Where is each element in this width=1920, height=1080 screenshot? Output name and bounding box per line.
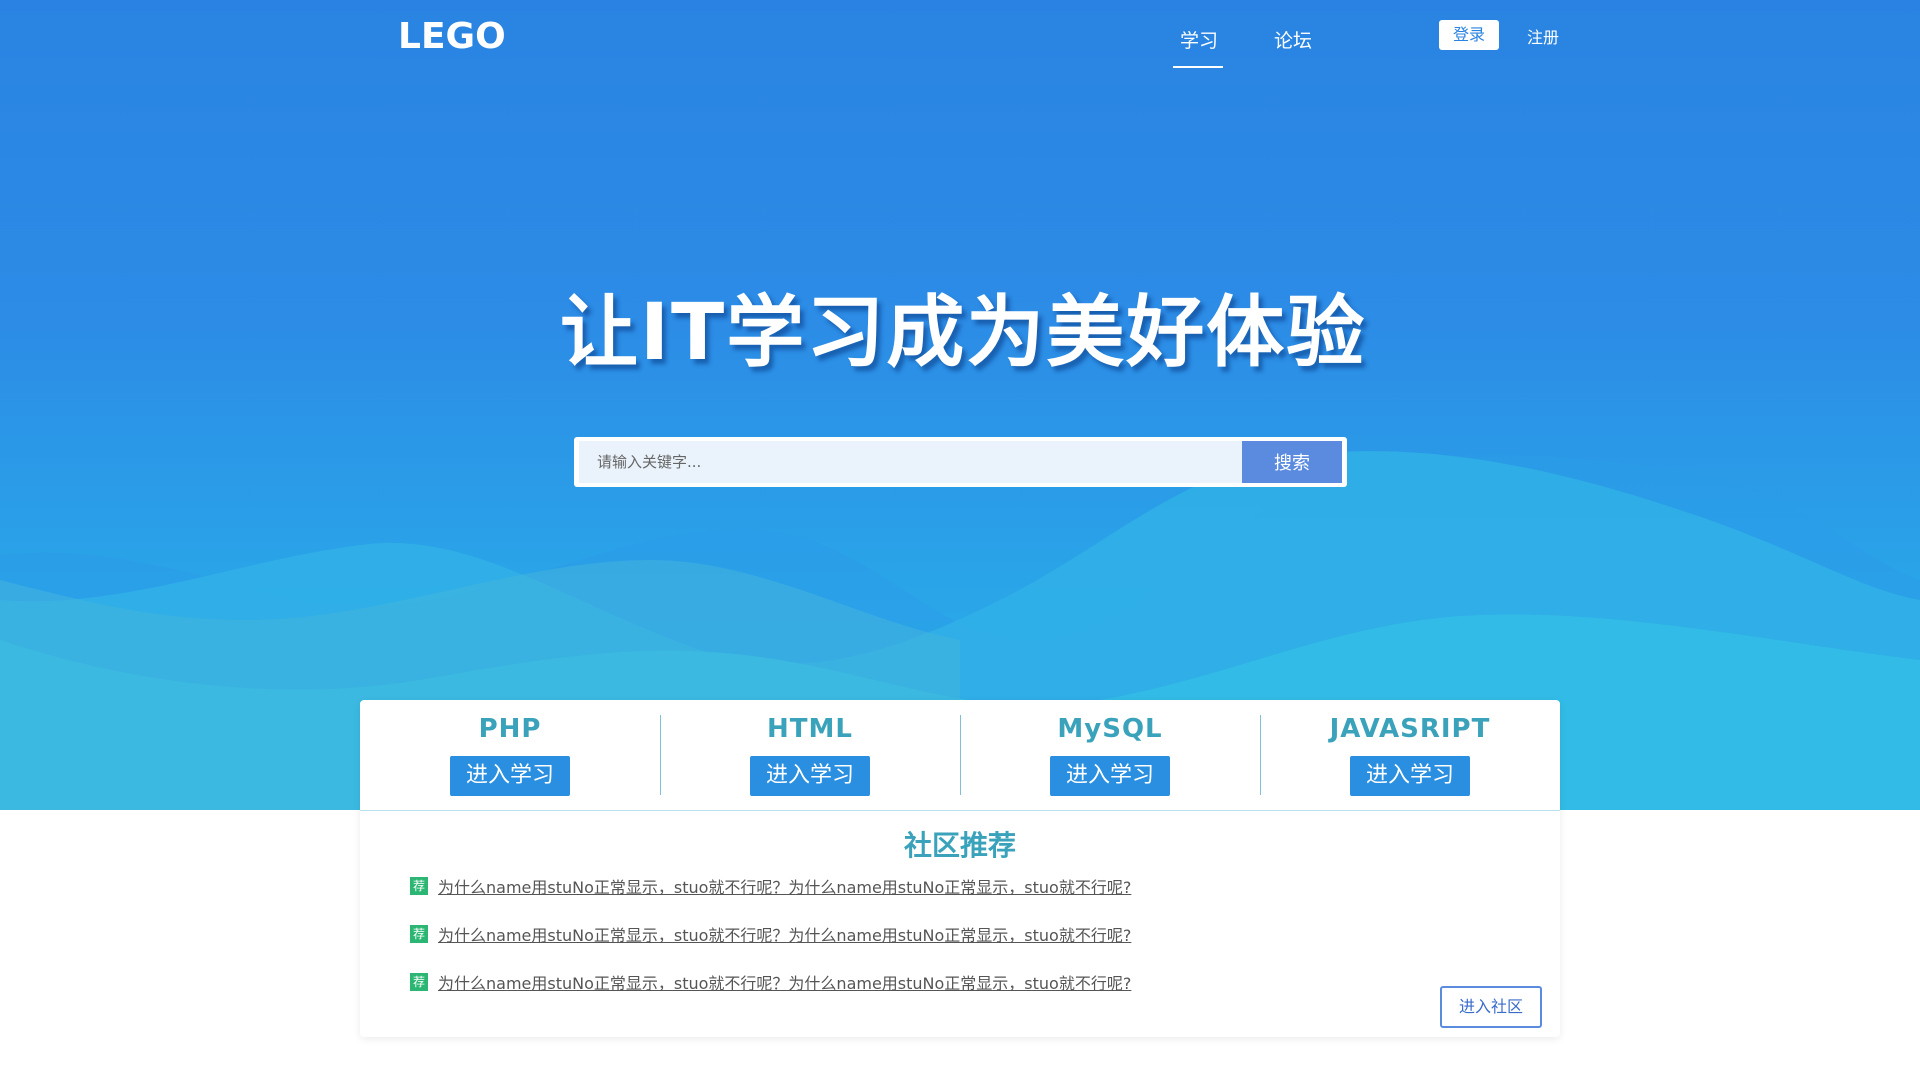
recommend-badge: 荐	[410, 973, 428, 991]
course-card: PHP 进入学习 HTML 进入学习 MySQL 进入学习 JAVASRIPT …	[360, 700, 1560, 1037]
nav-active-indicator	[1173, 66, 1223, 68]
lego-logo[interactable]: LEGO	[398, 12, 518, 56]
post-link[interactable]: 为什么name用stuNo正常显示，stuo就不行呢？为什么name用stuNo…	[438, 874, 1131, 898]
enter-learning-button[interactable]: 进入学习	[750, 756, 870, 796]
post-link[interactable]: 为什么name用stuNo正常显示，stuo就不行呢？为什么name用stuNo…	[438, 970, 1131, 994]
register-button[interactable]: 注册	[1527, 24, 1559, 48]
post-list: 荐 为什么name用stuNo正常显示，stuo就不行呢？为什么name用stu…	[410, 874, 1131, 1018]
recommend-badge: 荐	[410, 877, 428, 895]
list-item: 荐 为什么name用stuNo正常显示，stuo就不行呢？为什么name用stu…	[410, 922, 1131, 970]
hero-banner: LEGO 学习 论坛 登录 注册 让IT学习成为美好体验 搜索	[0, 0, 1920, 810]
course-title: HTML	[767, 714, 853, 744]
nav-forum[interactable]: 论坛	[1274, 26, 1312, 53]
search-bar: 搜索	[574, 437, 1347, 487]
page: LEGO 学习 论坛 登录 注册 让IT学习成为美好体验 搜索 PHP 进入学习…	[0, 0, 1920, 1080]
wave-background	[0, 451, 1920, 810]
community-title: 社区推荐	[903, 829, 1016, 862]
list-item: 荐 为什么name用stuNo正常显示，stuo就不行呢？为什么name用stu…	[410, 874, 1131, 922]
nav-learn[interactable]: 学习	[1180, 26, 1218, 53]
course-javascript: JAVASRIPT 进入学习	[1260, 700, 1560, 810]
login-button[interactable]: 登录	[1439, 20, 1499, 50]
list-item: 荐 为什么name用stuNo正常显示，stuo就不行呢？为什么name用stu…	[410, 970, 1131, 1018]
enter-learning-button[interactable]: 进入学习	[1350, 756, 1470, 796]
logo-text: LEGO	[398, 16, 506, 56]
enter-community-button[interactable]: 进入社区	[1440, 986, 1542, 1028]
course-mysql: MySQL 进入学习	[960, 700, 1260, 810]
search-input[interactable]	[579, 441, 1242, 483]
course-title: MySQL	[1057, 714, 1163, 744]
hero-headline: 让IT学习成为美好体验	[560, 288, 1367, 378]
post-link[interactable]: 为什么name用stuNo正常显示，stuo就不行呢？为什么name用stuNo…	[438, 922, 1131, 946]
course-title: JAVASRIPT	[1329, 714, 1491, 744]
course-html: HTML 进入学习	[660, 700, 960, 810]
course-title: PHP	[478, 714, 542, 744]
divider	[360, 810, 1560, 811]
enter-learning-button[interactable]: 进入学习	[1050, 756, 1170, 796]
recommend-badge: 荐	[410, 925, 428, 943]
search-button[interactable]: 搜索	[1242, 441, 1342, 483]
enter-learning-button[interactable]: 进入学习	[450, 756, 570, 796]
course-list: PHP 进入学习 HTML 进入学习 MySQL 进入学习 JAVASRIPT …	[360, 700, 1560, 810]
course-php: PHP 进入学习	[360, 700, 660, 810]
